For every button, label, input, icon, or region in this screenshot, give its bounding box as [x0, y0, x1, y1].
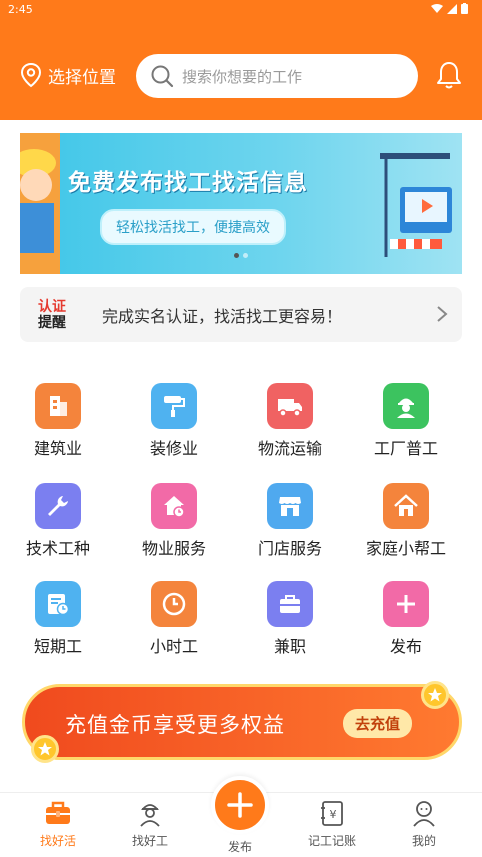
category-label: 物业服务: [141, 539, 206, 558]
status-time: 2:45: [8, 3, 33, 16]
chevron-right-icon: [437, 306, 448, 322]
paint-roller-icon: [151, 383, 197, 429]
plus-icon: [227, 792, 253, 818]
notice-badge: 认证 提醒: [38, 299, 78, 331]
category-factory-worker[interactable]: 工厂普工: [348, 383, 464, 459]
category-home-helper[interactable]: 家庭小帮工: [348, 483, 464, 559]
category-label: 装修业: [149, 439, 198, 458]
category-store[interactable]: 门店服务: [232, 483, 348, 559]
category-label: 门店服务: [257, 539, 322, 558]
category-label: 小时工: [149, 637, 198, 656]
category-label: 兼职: [273, 637, 306, 656]
category-hourly[interactable]: 小时工: [116, 581, 232, 657]
location-label: 选择位置: [48, 67, 116, 88]
category-construction[interactable]: 建筑业: [0, 383, 116, 459]
worker-icon: [383, 383, 429, 429]
status-bar: 2:45: [0, 0, 482, 20]
tab-profile[interactable]: 我的: [384, 799, 464, 849]
battery-icon: [461, 3, 468, 14]
category-property[interactable]: 物业服务: [116, 483, 232, 559]
category-part-time[interactable]: 兼职: [232, 581, 348, 657]
category-label: 短期工: [33, 637, 82, 656]
tab-label: 记工记账: [307, 834, 356, 848]
worker-person-icon: [140, 804, 160, 827]
star-coin-icon: [421, 681, 449, 709]
wifi-icon: [431, 3, 443, 13]
category-logistics[interactable]: 物流运输: [232, 383, 348, 459]
category-label: 家庭小帮工: [365, 539, 446, 558]
tab-find-jobs[interactable]: 找好活: [18, 799, 98, 849]
toolbox-icon: [46, 801, 70, 824]
category-publish[interactable]: 发布: [348, 581, 464, 657]
publish-button[interactable]: [211, 776, 269, 834]
tab-ledger[interactable]: ¥ 记工记账: [292, 799, 372, 849]
verification-notice[interactable]: 认证 提醒 完成实名认证，找活找工更容易！: [20, 287, 462, 342]
category-label: 发布: [389, 637, 422, 656]
calendar-clock-icon: [35, 581, 81, 627]
category-label: 物流运输: [257, 439, 322, 458]
notification-bell[interactable]: [436, 60, 462, 94]
status-icons: [431, 3, 468, 14]
profile-icon: [413, 801, 435, 827]
tab-label: 我的: [411, 834, 436, 848]
promo-banner[interactable]: 免费发布找工找活信息 轻松找活找工，便捷高效: [20, 133, 462, 274]
plus-icon: [383, 581, 429, 627]
store-icon: [267, 483, 313, 529]
notice-badge-line1: 认证: [38, 298, 66, 315]
pagination-dot-active: [234, 253, 239, 258]
banner-subtitle: 轻松找活找工，便捷高效: [100, 209, 286, 245]
category-label: 工厂普工: [373, 439, 438, 458]
construction-illustration: [380, 153, 452, 257]
wrench-icon: [35, 483, 81, 529]
star-coin-icon: [31, 735, 59, 763]
tab-find-workers[interactable]: 找好工: [110, 799, 190, 849]
banner-worker-illustration: [20, 133, 60, 274]
svg-text:¥: ¥: [330, 808, 337, 821]
tab-label: 找好工: [131, 834, 168, 848]
pagination-dot: [243, 253, 248, 258]
bell-icon: [437, 62, 461, 89]
building-icon: [35, 383, 81, 429]
banner-title: 免费发布找工找活信息: [68, 170, 308, 196]
search-icon: [151, 65, 174, 88]
search-placeholder: 搜索你想要的工作: [182, 67, 303, 86]
recharge-button[interactable]: 去充值: [343, 709, 413, 738]
category-label: 建筑业: [33, 439, 82, 458]
promo-text: 充值金币享受更多权益: [65, 713, 285, 737]
category-decoration[interactable]: 装修业: [116, 383, 232, 459]
banner-pagination: [234, 253, 248, 258]
ledger-icon: ¥: [321, 801, 343, 826]
home-icon: [383, 483, 429, 529]
notice-badge-line2: 提醒: [38, 314, 66, 331]
category-label: 技术工种: [25, 539, 90, 558]
category-short-term[interactable]: 短期工: [0, 581, 116, 657]
signal-icon: [447, 3, 457, 14]
publish-label: 发布: [227, 840, 252, 854]
notice-text: 完成实名认证，找活找工更容易！: [102, 306, 343, 326]
clock-icon: [151, 581, 197, 627]
location-selector[interactable]: 选择位置: [20, 62, 116, 88]
recharge-promo-banner[interactable]: 充值金币享受更多权益 去充值: [22, 681, 462, 763]
briefcase-icon: [267, 581, 313, 627]
search-bar[interactable]: 搜索你想要的工作: [136, 54, 418, 98]
house-clock-icon: [151, 483, 197, 529]
tab-label: 找好活: [39, 834, 76, 848]
truck-icon: [267, 383, 313, 429]
category-technical[interactable]: 技术工种: [0, 483, 116, 559]
header: 选择位置 搜索你想要的工作: [0, 20, 482, 120]
location-pin-icon: [20, 62, 42, 88]
